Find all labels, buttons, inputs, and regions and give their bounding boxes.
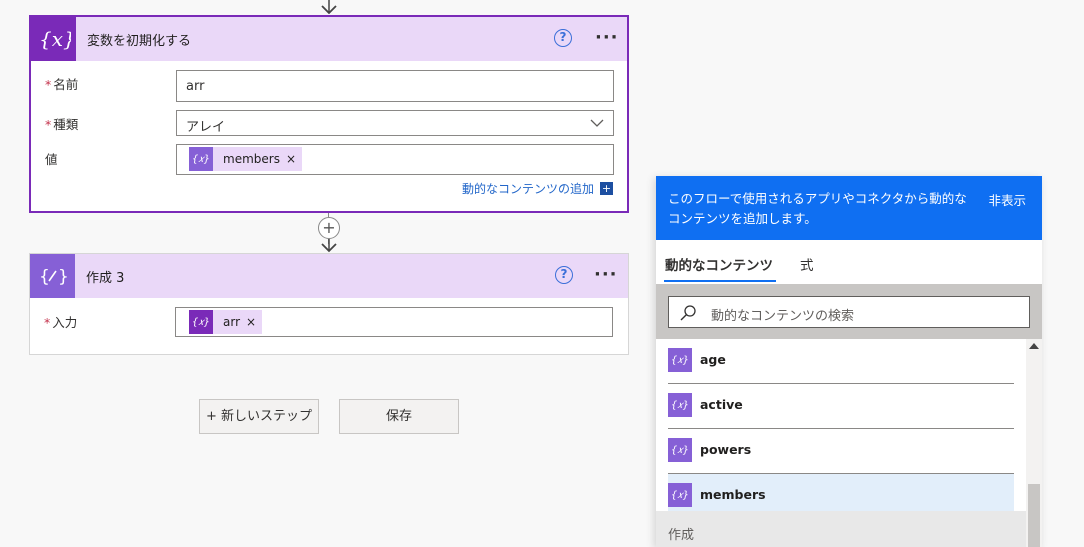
svg-text:{𝑥}: {𝑥} xyxy=(39,27,71,51)
token-label: arr xyxy=(223,315,241,329)
svg-text:}: } xyxy=(58,267,68,287)
card-title: 変数を初期化する xyxy=(87,34,192,49)
value-field[interactable]: {𝑥} members × xyxy=(176,144,614,175)
name-label: * 名前 xyxy=(45,77,79,92)
value-token[interactable]: {𝑥} members × xyxy=(189,147,303,171)
more-icon[interactable]: ··· xyxy=(594,264,618,285)
hide-button[interactable]: 非表示 xyxy=(988,190,1026,209)
arrow-down-icon xyxy=(321,239,337,253)
arrow-down-icon xyxy=(321,0,337,14)
variable-icon: {𝑥} xyxy=(189,310,213,334)
panel-description: このフローで使用されるアプリやコネクタから動的なコンテンツを追加します。 xyxy=(668,191,967,226)
search-icon xyxy=(680,305,696,321)
compose-card[interactable]: {} 作成 3 ? ··· * 入力 {𝑥} arr × xyxy=(29,253,629,355)
card-header[interactable]: {} 作成 3 ? ··· xyxy=(30,254,628,298)
more-icon[interactable]: ··· xyxy=(595,27,619,48)
type-select[interactable]: アレイ xyxy=(176,110,614,136)
item-label: active xyxy=(700,397,743,412)
insert-step-button[interactable]: + xyxy=(318,217,340,239)
search-input[interactable]: 動的なコンテンツの検索 xyxy=(668,296,1030,328)
scroll-up-icon[interactable] xyxy=(1029,343,1039,349)
variable-icon: {𝑥} xyxy=(668,393,692,417)
tab-expression[interactable]: 式 xyxy=(800,254,814,274)
item-label: members xyxy=(700,487,766,502)
close-icon[interactable]: × xyxy=(246,315,256,329)
variable-icon: {𝑥} xyxy=(668,438,692,462)
name-field[interactable]: arr xyxy=(176,70,614,102)
list-item[interactable]: {𝑥} active xyxy=(668,384,1014,429)
close-icon[interactable]: × xyxy=(286,152,296,166)
variable-icon: {𝑥} xyxy=(668,348,692,372)
svg-text:{: { xyxy=(39,267,50,287)
type-value: アレイ xyxy=(186,120,226,135)
panel-tabs: 動的なコンテンツ 式 xyxy=(656,240,1042,284)
section-header[interactable]: 作成 xyxy=(656,511,1026,547)
input-label: * 入力 xyxy=(44,315,78,330)
list-item[interactable]: {𝑥} powers xyxy=(668,429,1014,474)
search-zone: 動的なコンテンツの検索 xyxy=(656,284,1042,339)
add-dynamic-label: 動的なコンテンツの追加 xyxy=(461,182,594,196)
item-label: age xyxy=(700,352,726,367)
scroll-thumb[interactable] xyxy=(1028,484,1040,547)
card-header[interactable]: {𝑥} 変数を初期化する ? ··· xyxy=(31,17,627,61)
new-step-button[interactable]: + 新しいステップ xyxy=(199,399,319,434)
help-icon[interactable]: ? xyxy=(555,266,573,284)
item-label: powers xyxy=(700,442,752,457)
list-item[interactable]: {𝑥} age xyxy=(668,339,1014,384)
help-icon[interactable]: ? xyxy=(554,29,572,47)
search-placeholder: 動的なコンテンツの検索 xyxy=(711,309,855,324)
active-tab-indicator xyxy=(664,280,776,282)
compose-icon: {} xyxy=(30,254,75,298)
name-value: arr xyxy=(186,79,205,94)
panel-header: このフローで使用されるアプリやコネクタから動的なコンテンツを追加します。 非表示 xyxy=(656,176,1042,240)
section-label: 作成 xyxy=(668,528,695,543)
dynamic-content-panel: このフローで使用されるアプリやコネクタから動的なコンテンツを追加します。 非表示… xyxy=(656,176,1042,547)
type-label: * 種類 xyxy=(45,117,79,132)
input-token[interactable]: {𝑥} arr × xyxy=(189,310,263,334)
chevron-down-icon xyxy=(590,119,604,127)
value-label: 値 xyxy=(45,152,58,167)
variable-icon: {𝑥} xyxy=(31,17,76,61)
save-button[interactable]: 保存 xyxy=(339,399,459,434)
tab-dynamic-content[interactable]: 動的なコンテンツ xyxy=(665,254,773,274)
plus-icon: + xyxy=(600,182,613,195)
variable-icon: {𝑥} xyxy=(668,483,692,507)
card-title: 作成 3 xyxy=(86,271,125,286)
add-dynamic-content-link[interactable]: 動的なコンテンツの追加 + xyxy=(462,180,613,197)
initialize-variable-card[interactable]: {𝑥} 変数を初期化する ? ··· *名前 arr *種類 アレイ 値 {𝑥}… xyxy=(29,15,629,213)
token-label: members xyxy=(223,152,280,166)
variable-icon: {𝑥} xyxy=(189,147,213,171)
scrollbar[interactable] xyxy=(1026,339,1042,547)
input-field[interactable]: {𝑥} arr × xyxy=(175,307,613,337)
